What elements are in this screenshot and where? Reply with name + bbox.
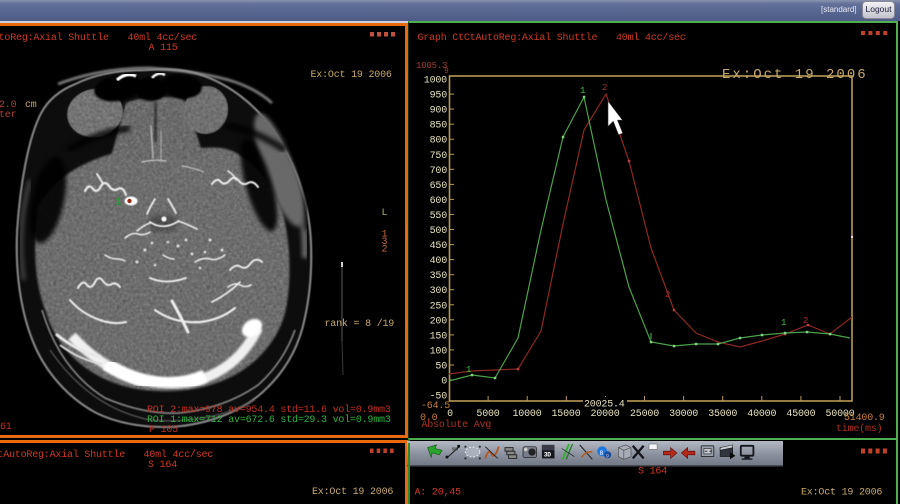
svg-text:1: 1 <box>466 365 471 375</box>
svg-text:2: 2 <box>382 245 388 256</box>
svg-text:450: 450 <box>430 241 448 252</box>
svg-text:1000: 1000 <box>424 76 447 87</box>
svg-text:150: 150 <box>430 331 448 342</box>
svg-text:600: 600 <box>430 196 448 207</box>
svg-text:250: 250 <box>430 301 448 312</box>
svg-text:2: 2 <box>602 83 607 93</box>
svg-text:8: 8 <box>599 450 603 457</box>
svg-text:40000: 40000 <box>747 409 776 420</box>
svg-text:A 115: A 115 <box>149 43 178 54</box>
svg-text:20025.4: 20025.4 <box>584 400 625 411</box>
svg-text:25000: 25000 <box>630 409 659 420</box>
svg-text:15000: 15000 <box>551 409 580 420</box>
svg-text:Graph CtCtAutoReg:Axial Shuttl: Graph CtCtAutoReg:Axial Shuttle <box>418 32 598 44</box>
svg-text:950: 950 <box>430 91 448 102</box>
svg-text:2: 2 <box>665 290 670 300</box>
svg-text:mm: mm <box>452 446 458 452</box>
svg-text:800: 800 <box>430 136 448 147</box>
svg-text:time(ms): time(ms) <box>836 423 882 435</box>
svg-text:9: 9 <box>606 454 609 460</box>
svg-text:30000: 30000 <box>669 409 698 420</box>
svg-text:Ex:Oct 19 2006: Ex:Oct 19 2006 <box>722 67 868 83</box>
svg-text:650: 650 <box>430 181 448 192</box>
svg-text:500: 500 <box>430 226 448 237</box>
svg-text:61: 61 <box>0 422 12 433</box>
svg-text:50: 50 <box>435 362 447 373</box>
svg-text:200: 200 <box>430 316 448 327</box>
svg-text:S 164: S 164 <box>638 467 667 478</box>
svg-text:0: 0 <box>441 377 447 388</box>
svg-text:ROI 1:max=712 av=672.6 std=29.: ROI 1:max=712 av=672.6 std=29.3 vol=0.9m… <box>147 414 391 426</box>
svg-text:100: 100 <box>430 346 448 357</box>
svg-text:CtCtAutoReg:Axial Shuttle: CtCtAutoReg:Axial Shuttle <box>0 449 125 461</box>
svg-text:850: 850 <box>430 121 448 132</box>
svg-text:L: L <box>382 208 388 219</box>
svg-text:1: 1 <box>580 86 585 96</box>
svg-text:S 164: S 164 <box>148 460 177 471</box>
svg-text:3D: 3D <box>544 452 552 459</box>
svg-text:700: 700 <box>430 166 448 177</box>
svg-text:20000: 20000 <box>590 409 619 420</box>
svg-text:5000: 5000 <box>476 409 499 420</box>
svg-text:45000: 45000 <box>786 409 815 420</box>
svg-text:rank = 8 /19: rank = 8 /19 <box>325 318 395 330</box>
svg-text:900: 900 <box>430 106 448 117</box>
svg-text:51400.9: 51400.9 <box>844 413 885 424</box>
svg-text:350: 350 <box>430 271 448 282</box>
svg-text:40ml 4cc/sec: 40ml 4cc/sec <box>616 32 686 44</box>
svg-text:Ex:Oct 19 2006: Ex:Oct 19 2006 <box>801 488 882 499</box>
svg-text:2: 2 <box>803 316 808 326</box>
svg-text:300: 300 <box>430 286 448 297</box>
svg-text:A: 20,45: A: 20,45 <box>415 488 462 499</box>
svg-text:1005.3: 1005.3 <box>416 61 447 71</box>
svg-text:Ex:Oct 19 2006: Ex:Oct 19 2006 <box>312 487 393 498</box>
svg-text:400: 400 <box>430 256 448 267</box>
svg-text:1: 1 <box>781 318 786 328</box>
svg-text:Ex:Oct 19 2006: Ex:Oct 19 2006 <box>311 70 392 81</box>
svg-text:-64.5: -64.5 <box>421 401 450 412</box>
svg-text:10000: 10000 <box>512 409 541 420</box>
svg-text:ter: ter <box>0 110 17 121</box>
svg-text:550: 550 <box>430 211 448 222</box>
svg-text:cm: cm <box>25 100 37 111</box>
svg-text:750: 750 <box>430 151 448 162</box>
svg-text:CtCtAutoReg:Axial Shuttle: CtCtAutoReg:Axial Shuttle <box>0 32 109 44</box>
svg-text:35000: 35000 <box>708 409 737 420</box>
svg-text:Absolute Avg: Absolute Avg <box>422 419 492 431</box>
